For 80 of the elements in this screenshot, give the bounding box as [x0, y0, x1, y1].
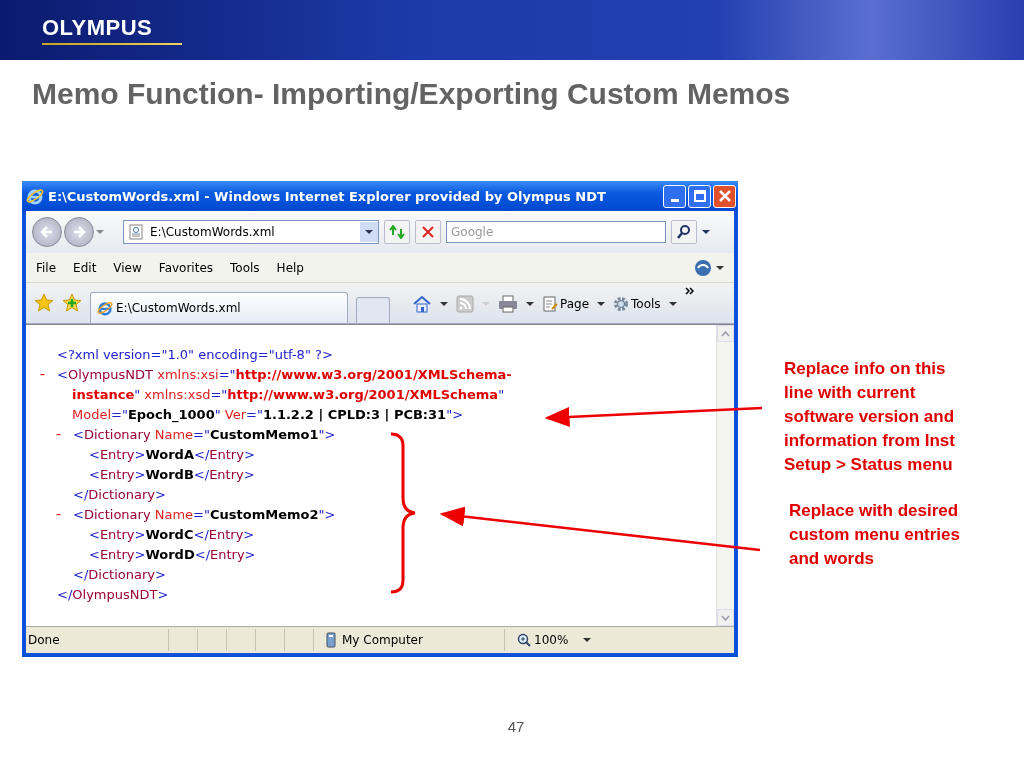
xml-line: <Entry>WordA</Entry>: [89, 446, 255, 462]
caret-icon[interactable]: [526, 301, 534, 307]
minimize-button[interactable]: [663, 184, 686, 208]
browser-logo-icon: [97, 300, 113, 316]
dropdown-button[interactable]: [360, 222, 378, 242]
printer-icon[interactable]: [498, 295, 518, 313]
menu-item[interactable]: Tools: [230, 260, 260, 275]
home-icon[interactable]: [412, 294, 432, 314]
stop-button[interactable]: [415, 220, 441, 244]
star-icon[interactable]: [34, 293, 54, 313]
close-button[interactable]: [713, 184, 736, 208]
caret-icon: [482, 301, 490, 307]
back-button[interactable]: [32, 217, 62, 247]
xml-line: <Dictionary Name="CustomMemo1">: [73, 426, 336, 442]
caret-icon[interactable]: [716, 264, 724, 271]
scrollbar[interactable]: [716, 325, 734, 626]
xml-line: </Dictionary>: [73, 486, 166, 502]
x-icon: [422, 226, 434, 238]
menu-item[interactable]: Edit: [73, 260, 97, 275]
status-text: Done: [27, 633, 61, 647]
collapse-toggle[interactable]: -: [56, 426, 73, 442]
chevron-icon[interactable]: [684, 287, 695, 295]
close-icon: [718, 190, 731, 202]
add-favorite-icon[interactable]: [62, 293, 82, 313]
xml-line: <?xml version="1.0" encoding="utf-8" ?>: [57, 346, 333, 362]
scroll-up-button[interactable]: [717, 325, 734, 342]
xml-line: <Entry>WordC</Entry>: [89, 526, 255, 542]
caret-icon[interactable]: [597, 301, 606, 307]
address-field[interactable]: E:\CustomWords.xml: [123, 220, 379, 244]
caret-icon[interactable]: [668, 301, 677, 307]
search-field[interactable]: Google: [446, 221, 666, 243]
caret-icon[interactable]: [583, 637, 592, 643]
tools-menu-button[interactable]: Tools: [613, 296, 661, 312]
globe-icon[interactable]: [694, 258, 712, 277]
page-icon: [542, 296, 558, 312]
caret-icon[interactable]: [702, 229, 710, 235]
slide-title: Memo Function- Importing/Exporting Custom Memos: [32, 76, 792, 112]
xml-line: Model="Epoch_1000" Ver="1.1.2.2 | CPLD:3 | PCB:31">: [72, 406, 464, 422]
caret-icon[interactable]: [440, 301, 448, 307]
left-arrow-icon: [39, 224, 55, 240]
logo: OLYMPUS: [42, 15, 153, 40]
down-chevron-icon: [721, 614, 730, 621]
gear-icon: [613, 296, 630, 312]
menu-item[interactable]: Help: [276, 260, 304, 275]
xml-line: <OlympusNDT xmlns:xsi="http://www.w3.org/2001/XMLSchema-: [57, 366, 512, 382]
refresh-button[interactable]: [384, 220, 410, 244]
zone-label: My Computer: [342, 633, 423, 647]
forward-button[interactable]: [64, 217, 94, 247]
window-title: E:\CustomWords.xml - Windows Internet Explorer provided by Olympus NDT: [48, 188, 607, 204]
search-button[interactable]: [671, 220, 697, 244]
browser-tab[interactable]: E:\CustomWords.xml: [90, 292, 348, 323]
minimize-icon: [670, 198, 679, 202]
xml-line: </Dictionary>: [73, 566, 166, 582]
page-icon: [128, 224, 144, 240]
xml-line: </OlympusNDT>: [57, 586, 169, 602]
menu-item[interactable]: View: [113, 260, 142, 275]
right-arrow-icon: [71, 224, 87, 240]
maximize-icon: [693, 190, 706, 202]
menu-item[interactable]: File: [36, 260, 57, 275]
zoom-level[interactable]: 100%: [534, 633, 569, 647]
up-chevron-icon: [721, 330, 730, 337]
annotation-text: Replace info on this line with current software version and information from Inst Setup > Status menu: [784, 358, 956, 476]
xml-line: <Dictionary Name="CustomMemo2">: [73, 506, 336, 522]
xml-line: instance" xmlns:xsd="http://www.w3.org/2001/XMLSchema": [72, 386, 505, 402]
search-icon: [677, 225, 691, 239]
menu-item[interactable]: Favorites: [158, 260, 214, 275]
page-number: 47: [506, 718, 526, 735]
caret-icon: [365, 229, 373, 235]
computer-icon: [324, 632, 338, 648]
xml-line: <Entry>WordB</Entry>: [89, 466, 255, 482]
collapse-toggle[interactable]: -: [56, 506, 73, 522]
browser-logo-icon: [26, 187, 44, 205]
xml-line: <Entry>WordD</Entry>: [89, 546, 256, 562]
scroll-down-button[interactable]: [717, 609, 734, 626]
maximize-button[interactable]: [688, 184, 711, 208]
zoom-icon[interactable]: [517, 633, 531, 647]
refresh-arrows-icon: [389, 225, 405, 239]
annotation-text: Replace with desired custom menu entries and words: [789, 500, 961, 570]
collapse-toggle[interactable]: -: [40, 366, 57, 382]
page-menu-button[interactable]: Page: [542, 296, 590, 312]
